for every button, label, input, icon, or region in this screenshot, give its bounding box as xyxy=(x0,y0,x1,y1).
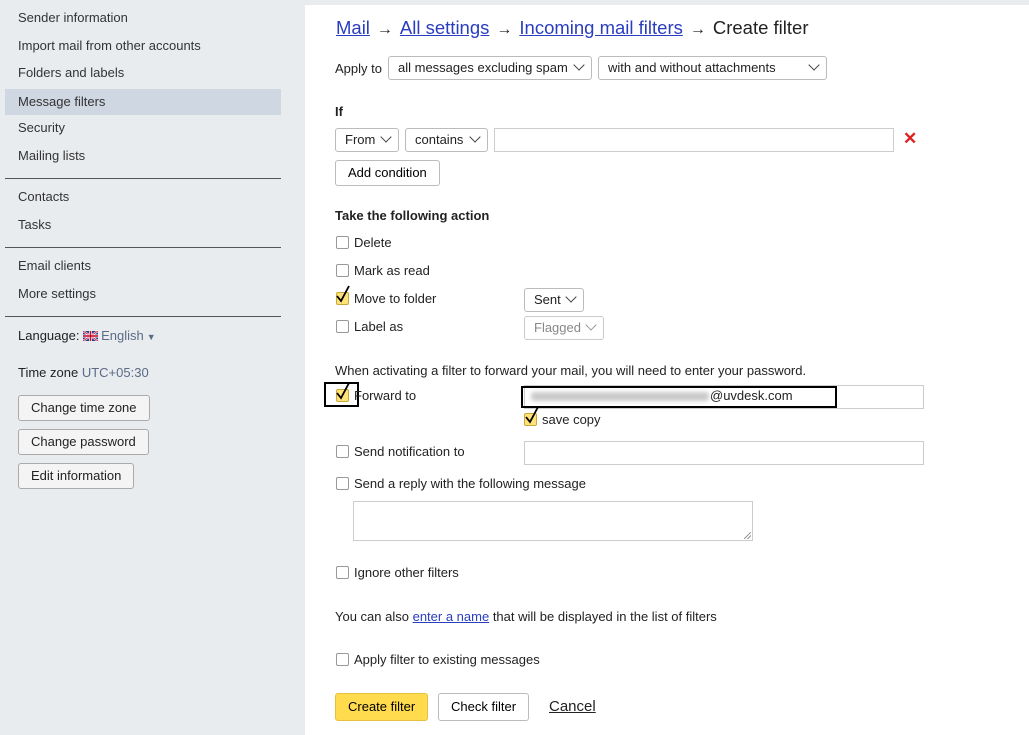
condition-value-input[interactable] xyxy=(494,128,894,152)
label-as-label: Label as xyxy=(354,319,404,334)
notification-checkbox[interactable] xyxy=(336,445,349,458)
condition-field-select[interactable]: From xyxy=(335,128,399,152)
resize-handle-icon[interactable] xyxy=(744,532,751,539)
language-value: English xyxy=(101,328,144,343)
condition-operator-value: contains xyxy=(415,132,464,147)
chevron-down-icon xyxy=(469,131,481,143)
create-filter-panel: Mail → All settings → Incoming mail filters →… xyxy=(305,5,1029,735)
change-timezone-button[interactable]: Change time zone xyxy=(18,395,150,421)
checkmark-icon xyxy=(336,285,350,303)
label-value: Flagged xyxy=(534,320,581,335)
create-filter-button[interactable]: Create filter xyxy=(335,693,429,721)
move-folder-label: Move to folder xyxy=(354,291,437,306)
reply-checkbox[interactable] xyxy=(336,477,349,490)
reply-message-textarea[interactable] xyxy=(353,501,753,541)
breadcrumb-arrow: → xyxy=(376,21,393,38)
breadcrumb-arrow: → xyxy=(689,21,706,38)
sidebar-item-folders-labels[interactable]: Folders and labels xyxy=(5,60,281,86)
change-password-button[interactable]: Change password xyxy=(18,429,149,455)
sidebar-divider xyxy=(5,316,281,317)
mark-read-checkbox[interactable] xyxy=(336,264,349,277)
reply-label: Send a reply with the following message xyxy=(354,476,586,491)
notification-label: Send notification to xyxy=(354,444,465,459)
breadcrumb-arrow: → xyxy=(496,21,513,38)
if-heading: If xyxy=(335,104,343,119)
filter-name-note-after: that will be displayed in the list of fi… xyxy=(489,609,717,624)
attachments-value: with and without attachments xyxy=(608,60,776,75)
notification-email-input[interactable] xyxy=(524,441,924,465)
check-filter-button[interactable]: Check filter xyxy=(438,693,530,721)
sidebar-item-contacts[interactable]: Contacts xyxy=(5,184,281,210)
sidebar-item-tasks[interactable]: Tasks xyxy=(5,212,281,238)
chevron-down-icon xyxy=(808,59,820,71)
sidebar-item-email-clients[interactable]: Email clients xyxy=(5,253,281,279)
save-copy-label: save copy xyxy=(542,412,601,427)
filter-name-note: You can also enter a name that will be d… xyxy=(335,609,717,624)
chevron-down-icon xyxy=(380,131,392,143)
checkmark-icon xyxy=(525,406,539,424)
language-row: Language: English ▼ xyxy=(18,328,156,343)
condition-field-value: From xyxy=(345,132,376,147)
page-title: Create filter xyxy=(712,17,809,38)
settings-sidebar: Sender information Import mail from othe… xyxy=(0,0,290,735)
ignore-filters-label: Ignore other filters xyxy=(354,565,459,580)
chevron-down-icon xyxy=(573,59,585,71)
label-as-checkbox[interactable] xyxy=(336,320,349,333)
sidebar-item-sender-information[interactable]: Sender information xyxy=(5,5,281,31)
redacted-email xyxy=(531,392,709,401)
sidebar-item-mailing-lists[interactable]: Mailing lists xyxy=(5,143,281,169)
breadcrumb-mail-link[interactable]: Mail xyxy=(336,17,370,38)
timezone-value: UTC+05:30 xyxy=(81,365,149,380)
timezone-label: Time zone xyxy=(18,365,79,380)
delete-checkbox[interactable] xyxy=(336,236,349,249)
sidebar-item-more-settings[interactable]: More settings xyxy=(5,281,281,307)
chevron-down-icon xyxy=(565,291,577,303)
breadcrumb-incoming-filters-link[interactable]: Incoming mail filters xyxy=(519,17,682,38)
forward-email-domain: @uvdesk.com xyxy=(710,388,793,403)
language-selector[interactable]: English ▼ xyxy=(83,328,156,343)
forward-password-notice: When activating a filter to forward your… xyxy=(335,363,807,378)
actions-heading: Take the following action xyxy=(335,208,490,223)
sidebar-item-security[interactable]: Security xyxy=(5,115,281,141)
sidebar-divider xyxy=(5,247,281,248)
condition-operator-select[interactable]: contains xyxy=(405,128,488,152)
forward-label: Forward to xyxy=(354,388,417,403)
sidebar-divider xyxy=(5,178,281,179)
apply-to-scope-value: all messages excluding spam xyxy=(398,60,568,75)
uk-flag-icon xyxy=(83,331,99,341)
folder-value: Sent xyxy=(534,292,561,307)
apply-existing-label: Apply filter to existing messages xyxy=(354,652,540,667)
sidebar-item-message-filters[interactable]: Message filters xyxy=(5,89,281,115)
mark-read-label: Mark as read xyxy=(354,263,430,278)
breadcrumb: Mail → All settings → Incoming mail filters →… xyxy=(336,17,808,39)
language-label: Language: xyxy=(18,328,80,343)
add-condition-button[interactable]: Add condition xyxy=(335,160,440,186)
cancel-link[interactable]: Cancel xyxy=(549,698,596,715)
remove-condition-icon[interactable]: ✕ xyxy=(903,129,917,149)
sidebar-item-import-mail[interactable]: Import mail from other accounts xyxy=(5,33,281,59)
attachments-select[interactable]: with and without attachments xyxy=(598,56,827,80)
apply-existing-checkbox[interactable] xyxy=(336,653,349,666)
breadcrumb-all-settings-link[interactable]: All settings xyxy=(400,17,489,38)
delete-label: Delete xyxy=(354,235,392,250)
apply-to-label: Apply to xyxy=(335,61,382,76)
chevron-down-icon xyxy=(585,319,597,331)
label-select[interactable]: Flagged xyxy=(524,316,604,340)
timezone-row: Time zone UTC+05:30 xyxy=(18,365,149,380)
folder-select[interactable]: Sent xyxy=(524,288,584,312)
edit-information-button[interactable]: Edit information xyxy=(18,463,135,489)
apply-to-scope-select[interactable]: all messages excluding spam xyxy=(388,56,592,80)
filter-name-note-before: You can also xyxy=(335,609,413,624)
enter-name-link[interactable]: enter a name xyxy=(413,609,490,624)
caret-down-icon: ▼ xyxy=(146,332,156,342)
ignore-filters-checkbox[interactable] xyxy=(336,566,349,579)
